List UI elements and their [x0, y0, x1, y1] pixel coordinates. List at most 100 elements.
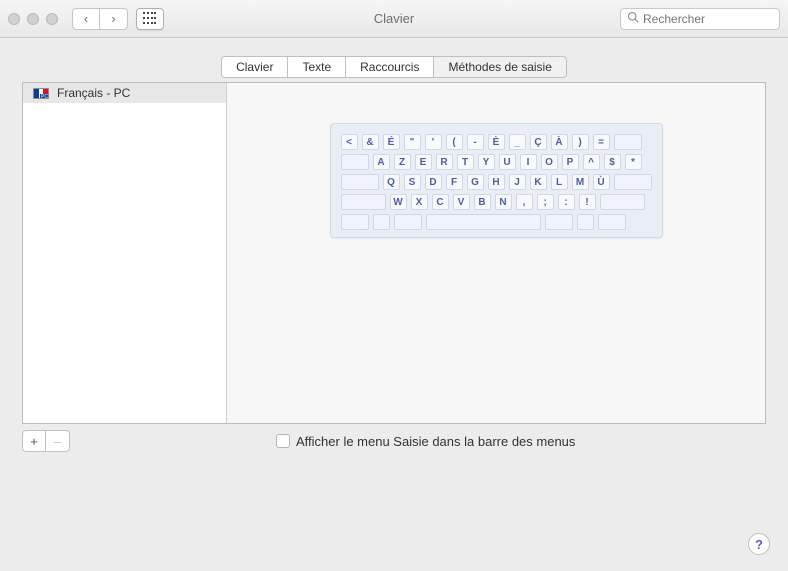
key-N: N: [495, 194, 512, 210]
key-B: B: [474, 194, 491, 210]
key-Q: Q: [383, 174, 400, 190]
key-): ): [572, 134, 589, 150]
key-T: T: [457, 154, 474, 170]
tab-texte[interactable]: Texte: [288, 56, 346, 78]
key-': ': [425, 134, 442, 150]
keyboard-row: QSDFGHJKLMÙ: [341, 174, 652, 190]
key-L: L: [551, 174, 568, 190]
minus-icon: –: [54, 434, 61, 449]
key-modifier: [614, 134, 642, 150]
tab-bar: Clavier Texte Raccourcis Méthodes de saisie: [22, 56, 766, 78]
search-field-wrap[interactable]: ✕: [620, 8, 780, 30]
window-controls: [8, 13, 58, 25]
key-C: C: [432, 194, 449, 210]
tab-label: Raccourcis: [360, 60, 419, 74]
content-area: Clavier Texte Raccourcis Méthodes de saisie…: [0, 38, 788, 452]
forward-button[interactable]: ›: [100, 8, 128, 30]
key-U: U: [499, 154, 516, 170]
input-sources-list[interactable]: Français - PC: [23, 83, 227, 423]
key-È: È: [488, 134, 505, 150]
flag-france-pc-icon: [33, 88, 49, 99]
key-!: !: [579, 194, 596, 210]
keyboard-layout: <&É"'(-È_ÇÀ)= AZERTYUIOP^$* QSDFGHJKLMÙ WXC…: [330, 123, 663, 238]
chevron-left-icon: ‹: [84, 11, 88, 26]
show-input-menu-checkbox-row[interactable]: Afficher le menu Saisie dans la barre de…: [276, 434, 575, 449]
key-M: M: [572, 174, 589, 190]
key-O: O: [541, 154, 558, 170]
tab-raccourcis[interactable]: Raccourcis: [346, 56, 434, 78]
show-input-menu-label: Afficher le menu Saisie dans la barre de…: [296, 434, 575, 449]
key-Ù: Ù: [593, 174, 610, 190]
key-J: J: [509, 174, 526, 190]
keyboard-row: AZERTYUIOP^$*: [341, 154, 652, 170]
key-modifier: [577, 214, 594, 230]
help-icon: ?: [755, 537, 763, 552]
key-G: G: [467, 174, 484, 190]
search-icon: [627, 11, 639, 26]
key-X: X: [411, 194, 428, 210]
tab-clavier[interactable]: Clavier: [221, 56, 288, 78]
key-H: H: [488, 174, 505, 190]
key-_: _: [509, 134, 526, 150]
key-$: $: [604, 154, 621, 170]
zoom-window-button[interactable]: [46, 13, 58, 25]
remove-source-button[interactable]: –: [46, 430, 70, 452]
minimize-window-button[interactable]: [27, 13, 39, 25]
search-input[interactable]: [643, 12, 788, 26]
key-S: S: [404, 174, 421, 190]
keyboard-row: [341, 214, 652, 230]
title-bar: ‹ › Clavier ✕: [0, 0, 788, 38]
keyboard-row: <&É"'(-È_ÇÀ)=: [341, 134, 652, 150]
key-D: D: [425, 174, 442, 190]
key-E: E: [415, 154, 432, 170]
key-,: ,: [516, 194, 533, 210]
tab-label: Texte: [302, 60, 331, 74]
key-:: :: [558, 194, 575, 210]
input-source-item[interactable]: Français - PC: [23, 83, 226, 103]
key-Y: Y: [478, 154, 495, 170]
main-panel: Français - PC <&É"'(-È_ÇÀ)= AZERTYUIOP^$*…: [22, 82, 766, 424]
tab-m-thodes-de-saisie[interactable]: Méthodes de saisie: [434, 56, 566, 78]
key-modifier: [341, 174, 379, 190]
key-K: K: [530, 174, 547, 190]
key-&: &: [362, 134, 379, 150]
key-R: R: [436, 154, 453, 170]
show-input-menu-checkbox[interactable]: [276, 434, 290, 448]
add-remove-group: + –: [22, 430, 70, 452]
key-modifier: [373, 214, 390, 230]
footer-controls: + – Afficher le menu Saisie dans la barr…: [22, 430, 766, 452]
key-<: <: [341, 134, 358, 150]
key-modifier: [341, 214, 369, 230]
key-Z: Z: [394, 154, 411, 170]
grid-icon: [143, 12, 157, 26]
key-modifier: [600, 194, 645, 210]
key-V: V: [453, 194, 470, 210]
show-all-button[interactable]: [136, 8, 164, 30]
key-É: É: [383, 134, 400, 150]
tab-label: Clavier: [236, 60, 273, 74]
key-Ç: Ç: [530, 134, 547, 150]
key-A: A: [373, 154, 390, 170]
key-P: P: [562, 154, 579, 170]
key-modifier: [341, 154, 369, 170]
back-button[interactable]: ‹: [72, 8, 100, 30]
close-window-button[interactable]: [8, 13, 20, 25]
key-modifier: [614, 174, 652, 190]
input-source-label: Français - PC: [57, 86, 130, 100]
add-source-button[interactable]: +: [22, 430, 46, 452]
key-": ": [404, 134, 421, 150]
key--: -: [467, 134, 484, 150]
key-=: =: [593, 134, 610, 150]
key-I: I: [520, 154, 537, 170]
key-modifier: [426, 214, 541, 230]
keyboard-row: WXCVBN,;:!: [341, 194, 652, 210]
key-*: *: [625, 154, 642, 170]
key-(: (: [446, 134, 463, 150]
key-;: ;: [537, 194, 554, 210]
key-modifier: [394, 214, 422, 230]
chevron-right-icon: ›: [111, 11, 115, 26]
help-button[interactable]: ?: [748, 533, 770, 555]
plus-icon: +: [30, 434, 38, 449]
key-W: W: [390, 194, 407, 210]
tabs: Clavier Texte Raccourcis Méthodes de saisie: [221, 56, 567, 78]
